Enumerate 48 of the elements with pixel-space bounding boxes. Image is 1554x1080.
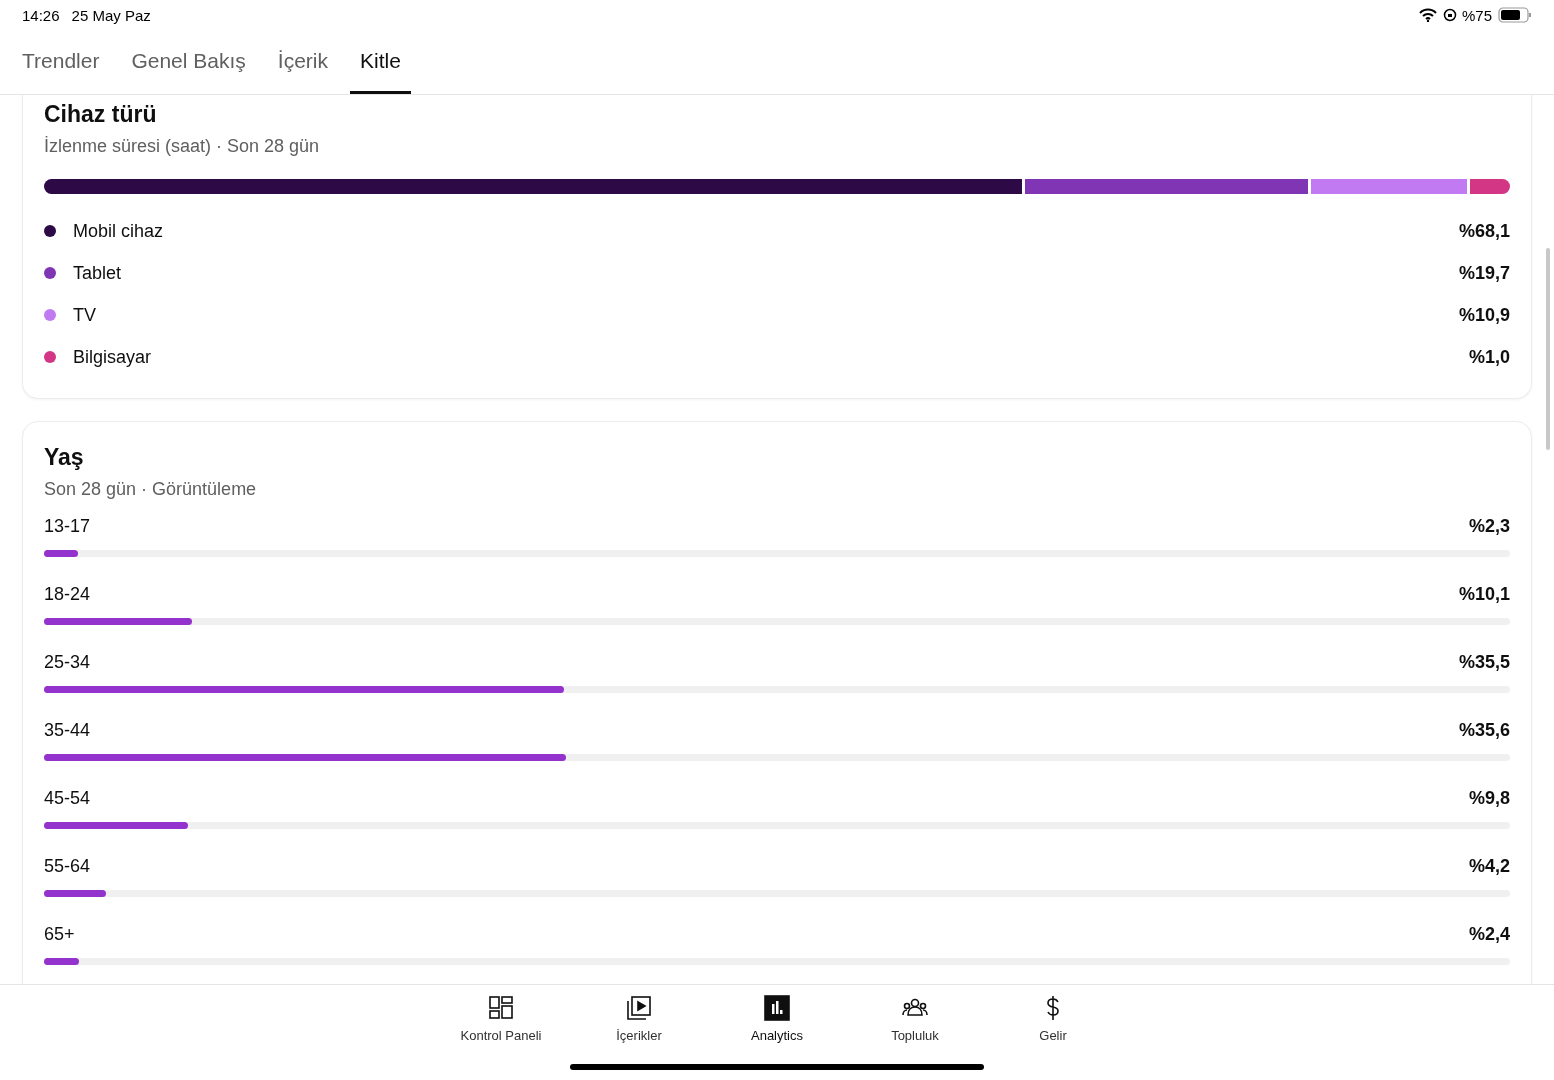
status-time: 14:26 bbox=[22, 6, 60, 24]
nav-item[interactable]: İçerikler bbox=[570, 985, 708, 1043]
tab[interactable]: Genel Bakış bbox=[121, 30, 256, 94]
legend-label: Mobil cihaz bbox=[73, 220, 164, 242]
nav-label: İçerikler bbox=[616, 1028, 662, 1043]
tab[interactable]: Trendler bbox=[12, 30, 110, 94]
wifi-icon bbox=[1418, 8, 1437, 22]
rotation-lock-icon bbox=[1442, 8, 1457, 22]
age-range-label: 35-44 bbox=[44, 720, 91, 741]
nav-item[interactable]: Topluluk bbox=[846, 985, 984, 1043]
nav-item[interactable]: Gelir bbox=[984, 985, 1122, 1043]
age-range-label: 18-24 bbox=[44, 584, 91, 605]
nav-item[interactable]: Analytics bbox=[708, 985, 846, 1043]
percentage-value: %35,5 bbox=[1458, 652, 1510, 673]
percentage-value: %19,7 bbox=[1458, 262, 1510, 284]
battery-icon bbox=[1498, 7, 1532, 23]
dashboard-icon bbox=[487, 994, 515, 1022]
tab[interactable]: İçerik bbox=[267, 30, 338, 94]
percentage-value: %2,4 bbox=[1468, 924, 1510, 945]
age-range-label: 45-54 bbox=[44, 788, 91, 809]
age-range-label: 65+ bbox=[44, 924, 75, 945]
card-title: Yaş bbox=[44, 444, 85, 471]
card-subtitle: İzlenme süresi (saat) · Son 28 gün bbox=[44, 136, 321, 157]
nav-label: Topluluk bbox=[891, 1028, 939, 1043]
percentage-value: %68,1 bbox=[1458, 220, 1510, 242]
age-range-label: 25-34 bbox=[44, 652, 91, 673]
percentage-value: %10,9 bbox=[1458, 304, 1510, 326]
percentage-value: %35,6 bbox=[1458, 720, 1510, 741]
percentage-value: %1,0 bbox=[1468, 346, 1510, 368]
legend-label: Bilgisayar bbox=[73, 346, 152, 368]
percentage-value: %2,3 bbox=[1468, 516, 1510, 537]
percentage-value: %10,1 bbox=[1458, 584, 1510, 605]
percentage-value: %9,8 bbox=[1468, 788, 1510, 809]
bar-chart-icon bbox=[763, 994, 791, 1022]
nav-label: Kontrol Paneli bbox=[460, 1028, 542, 1043]
card-title: Cihaz türü bbox=[44, 101, 158, 128]
legend-label: TV bbox=[73, 304, 96, 326]
legend-label: Tablet bbox=[73, 262, 122, 284]
nav-item[interactable]: Kontrol Paneli bbox=[432, 985, 570, 1043]
nav-label: Gelir bbox=[1039, 1028, 1067, 1043]
status-date: 25 May Paz bbox=[71, 6, 151, 24]
nav-label: Analytics bbox=[751, 1028, 803, 1043]
age-range-label: 13-17 bbox=[44, 516, 91, 537]
percentage-value: %4,2 bbox=[1468, 856, 1510, 877]
video-library-icon bbox=[625, 994, 653, 1022]
age-range-label: 55-64 bbox=[44, 856, 91, 877]
battery-percentage: %75 bbox=[1461, 6, 1492, 24]
card-subtitle: Son 28 gün · Görüntüleme bbox=[44, 479, 258, 500]
